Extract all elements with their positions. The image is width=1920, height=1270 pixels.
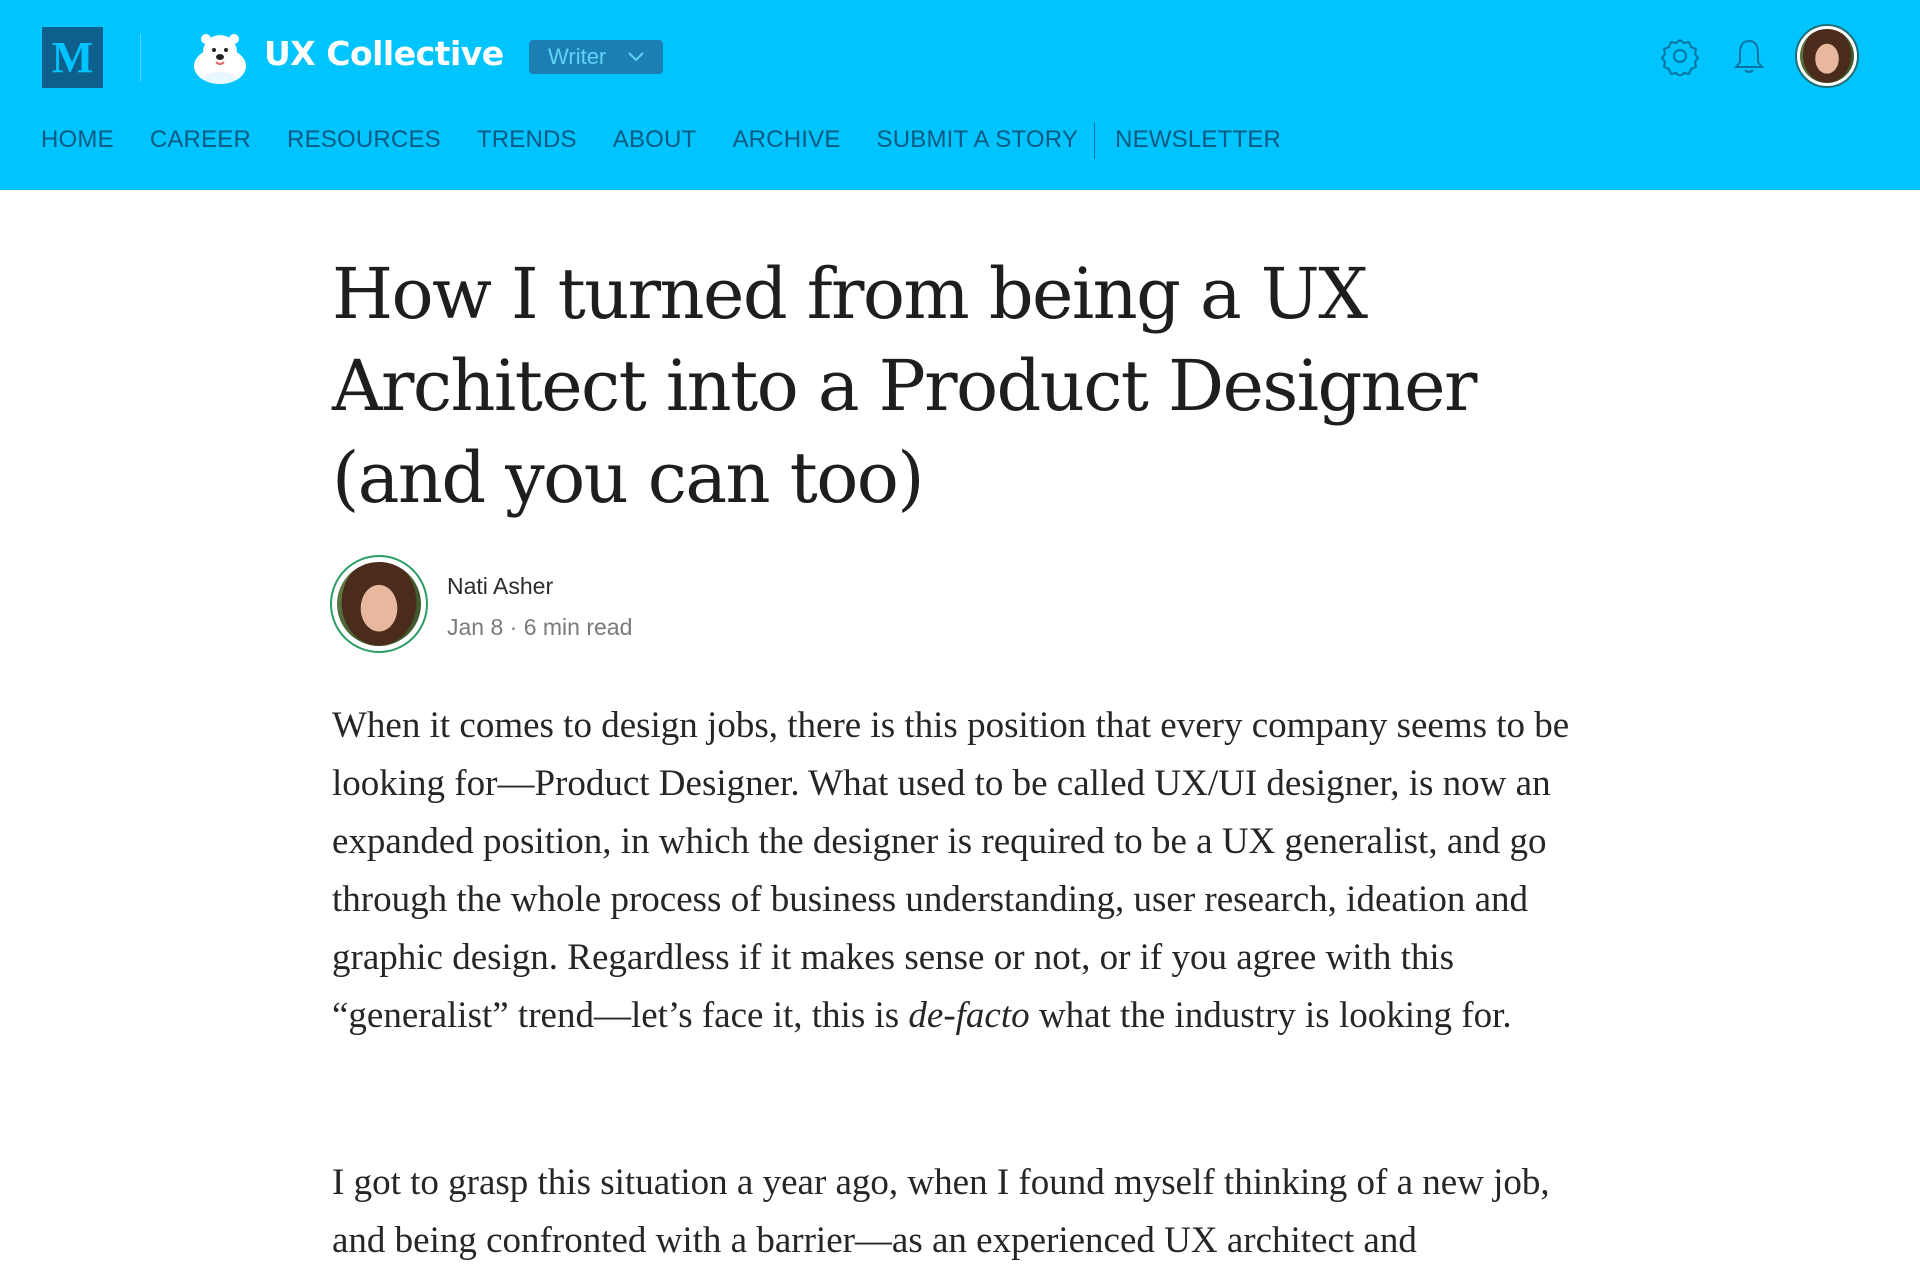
chevron-down-icon [628,52,644,62]
publication-nav: HOME CAREER RESOURCES TRENDS ABOUT ARCHI… [41,121,1317,159]
nav-about[interactable]: ABOUT [613,126,697,154]
author-avatar[interactable] [330,555,428,653]
polar-bear-mascot-icon[interactable] [190,30,250,88]
publish-date: Jan 8 [447,614,504,640]
settings-gear-icon[interactable] [1660,36,1700,76]
user-photo [1800,29,1854,83]
nav-home[interactable]: HOME [41,126,114,154]
author-name[interactable]: Nati Asher [447,573,553,600]
user-avatar[interactable] [1795,24,1859,88]
article-paragraph-2: I got to grasp this situation a year ago… [332,1162,1550,1261]
nav-newsletter[interactable]: NEWSLETTER [1115,126,1281,154]
nav-archive[interactable]: ARCHIVE [732,126,840,154]
writer-dropdown-button[interactable]: Writer [529,40,663,74]
notification-bell-icon[interactable] [1732,36,1766,76]
read-time: 6 min read [523,614,633,640]
article-title: How I turned from being a UX Architect i… [332,253,1477,519]
paragraph-text: When it comes to design jobs, there is t… [332,705,1570,1036]
nav-career[interactable]: CAREER [150,126,251,154]
meta-separator: · [509,614,518,640]
nav-submit-a-story[interactable]: SUBMIT A STORY [877,126,1079,154]
nav-separator [1094,121,1096,159]
paragraph-text-end: what the industry is looking for. [1029,995,1512,1036]
nav-trends[interactable]: TRENDS [477,126,577,154]
author-photo [337,562,421,646]
header-divider [140,34,141,82]
article-paragraph: When it comes to design jobs, there is t… [332,697,1602,1045]
article-meta: Jan 8 · 6 min read [447,614,632,641]
medium-logo[interactable]: M [42,27,103,88]
publication-name[interactable]: UX Collective [264,34,504,73]
top-header: M UX Collective Writer HOME CAREER RESOU… [0,0,1920,190]
writer-label: Writer [548,44,607,69]
italic-term: de-facto [908,995,1030,1036]
nav-resources[interactable]: RESOURCES [287,126,441,154]
